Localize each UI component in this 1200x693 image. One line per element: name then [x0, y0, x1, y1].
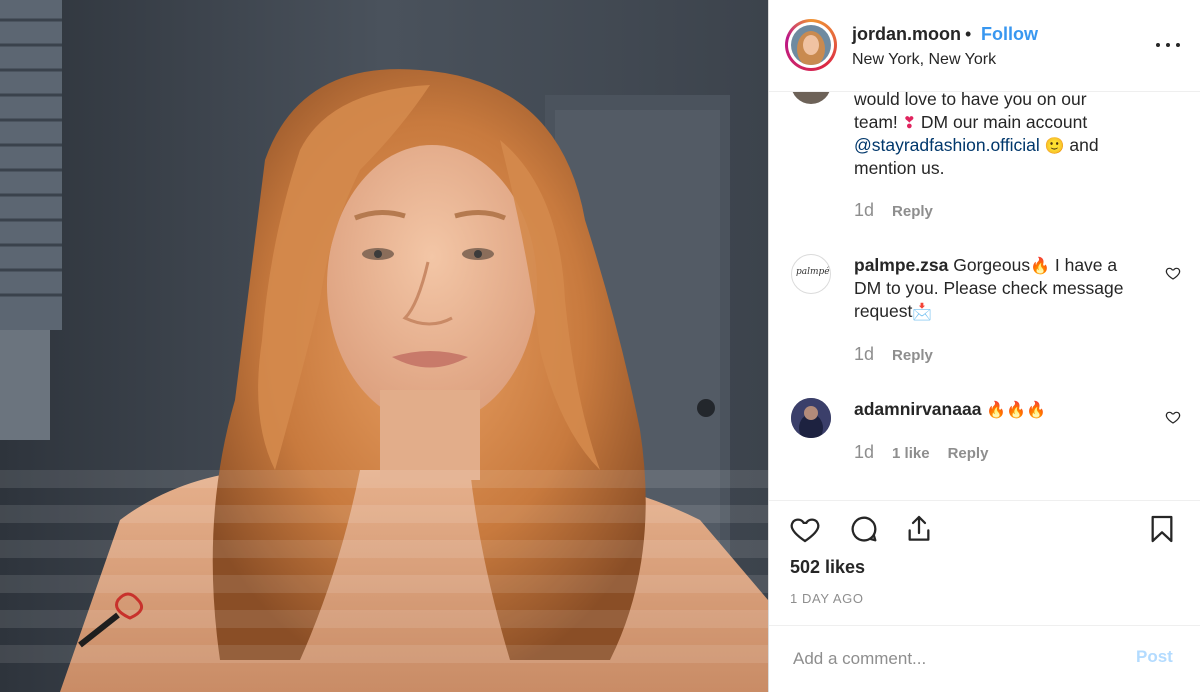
fire-emoji: 🔥: [1030, 256, 1050, 275]
reply-button[interactable]: Reply: [948, 445, 989, 462]
post-sidebar: jordan.moon • Follow New York, New York …: [768, 0, 1200, 692]
comment-line: mention us.: [854, 158, 945, 178]
post-timestamp[interactable]: 1 DAY AGO: [790, 591, 864, 606]
heart-icon[interactable]: [789, 513, 821, 545]
fire-emoji: 🔥🔥🔥: [986, 400, 1047, 419]
comment-username[interactable]: adamnirvanaaa: [854, 399, 981, 419]
share-icon[interactable]: [903, 513, 935, 545]
location-link[interactable]: New York, New York: [852, 51, 996, 69]
comment-line: team!: [854, 112, 903, 132]
profile-avatar[interactable]: [785, 19, 837, 71]
comment-age: 1d: [854, 200, 875, 220]
reply-button[interactable]: Reply: [892, 347, 933, 364]
comment-line: Gorgeous: [948, 255, 1031, 275]
instagram-post: jordan.moon • Follow New York, New York …: [0, 0, 1200, 692]
comment-line: and: [1064, 135, 1099, 155]
comments-list: would love to have you on our team! ❣ DM…: [769, 92, 1200, 500]
mention-link[interactable]: @stayradfashion.official: [854, 135, 1040, 155]
reply-button[interactable]: Reply: [892, 203, 933, 220]
comment-input[interactable]: [791, 644, 1115, 674]
comment-meta: 1d Reply: [854, 200, 933, 221]
post-actions: 502 likes 1 DAY AGO: [769, 500, 1200, 626]
likes-count[interactable]: 502 likes: [790, 557, 865, 578]
username-link[interactable]: jordan.moon: [852, 24, 961, 45]
comment-text: adamnirvanaaa 🔥🔥🔥: [854, 398, 1154, 421]
comment-meta: 1d 1 like Reply: [854, 442, 988, 463]
post-header: jordan.moon • Follow New York, New York: [769, 0, 1200, 92]
comment-avatar[interactable]: [791, 398, 831, 438]
heart-icon[interactable]: [1165, 265, 1181, 281]
post-photo[interactable]: [0, 0, 768, 692]
comment-age: 1d: [854, 442, 875, 462]
comment-text: palmpe.zsa Gorgeous🔥 I have a DM to you.…: [854, 254, 1154, 323]
portrait-image: [0, 0, 768, 692]
avatar-photo: [791, 25, 831, 65]
smile-emoji: 🙂: [1044, 136, 1065, 155]
comment-text: would love to have you on our team! ❣ DM…: [854, 92, 1154, 180]
bookmark-icon[interactable]: [1146, 513, 1178, 545]
comment-avatar[interactable]: palmpé: [791, 254, 831, 294]
avatar-label: palmpé: [796, 267, 830, 277]
comment-line: request: [854, 301, 913, 321]
comment-meta: 1d Reply: [854, 344, 933, 365]
separator-dot: •: [965, 24, 972, 44]
follow-button[interactable]: Follow: [981, 24, 1038, 45]
comment-line: DM our main account: [916, 112, 1088, 132]
add-comment-bar: Post: [769, 625, 1200, 693]
comment-username[interactable]: palmpe.zsa: [854, 255, 948, 275]
comment-line: I have a: [1050, 255, 1118, 275]
heart-exclamation-emoji: ❣: [902, 113, 917, 132]
more-horizontal-icon[interactable]: [1154, 33, 1182, 57]
heart-icon[interactable]: [1165, 409, 1181, 425]
comment-icon[interactable]: [848, 513, 880, 545]
envelope-emoji: 📩: [912, 302, 933, 321]
comment-age: 1d: [854, 344, 875, 364]
post-button[interactable]: Post: [1136, 647, 1173, 667]
comment-line: DM to you. Please check message: [854, 278, 1124, 298]
comment-likes-button[interactable]: 1 like: [892, 445, 930, 462]
comment-avatar[interactable]: [791, 92, 831, 104]
comment-line: would love to have you on our: [854, 92, 1087, 109]
